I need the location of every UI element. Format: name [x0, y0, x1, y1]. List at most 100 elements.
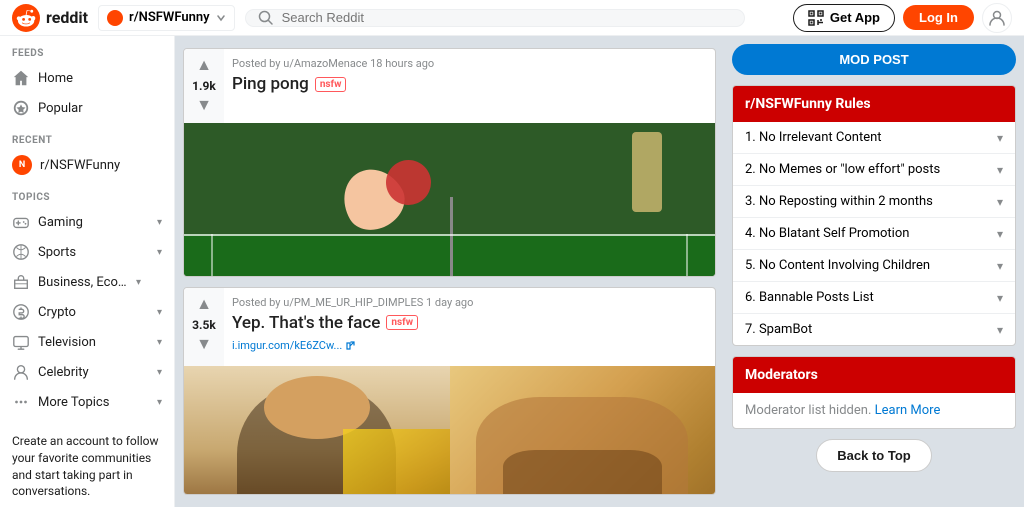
sidebar: FEEDS Home Popular RECENT N r/NSFWFunny …: [0, 36, 175, 507]
television-icon: [12, 333, 30, 351]
post-time-pingpong: 18 hours ago: [370, 57, 434, 70]
nsfw-badge-face: nsfw: [386, 315, 418, 330]
sidebar-item-popular[interactable]: Popular: [0, 93, 174, 123]
upvote-face[interactable]: ▲: [196, 296, 212, 314]
rule-chevron-5: ▾: [997, 259, 1003, 273]
reddit-logo-icon: [12, 4, 40, 32]
back-to-top-button[interactable]: Back to Top: [816, 439, 931, 472]
sidebar-item-crypto[interactable]: Crypto ▾: [0, 297, 174, 327]
sidebar-popular-label: Popular: [38, 101, 162, 116]
sidebar-item-celebrity[interactable]: Celebrity ▾: [0, 357, 174, 387]
sidebar-item-home[interactable]: Home: [0, 63, 174, 93]
sidebar-sports-label: Sports: [38, 245, 149, 260]
subreddit-name: r/NSFWFunny: [129, 10, 210, 25]
sidebar-item-business[interactable]: Business, Economics, a... ▾: [0, 267, 174, 297]
sidebar-item-sports[interactable]: Sports ▾: [0, 237, 174, 267]
sidebar-crypto-label: Crypto: [38, 305, 149, 320]
feeds-section-label: FEEDS: [0, 36, 174, 63]
moderators-card: Moderators Moderator list hidden. Learn …: [732, 356, 1016, 429]
sports-icon: [12, 243, 30, 261]
sports-chevron: ▾: [157, 247, 162, 258]
header-logo-text: reddit: [46, 8, 88, 27]
rule-text-6: 6. Bannable Posts List: [745, 290, 874, 305]
gaming-chevron: ▾: [157, 217, 162, 228]
sidebar-more-topics-label: More Topics: [38, 395, 149, 410]
rule-item-3[interactable]: 3. No Reposting within 2 months ▾: [733, 186, 1015, 218]
rule-item-7[interactable]: 7. SpamBot ▾: [733, 314, 1015, 345]
feed: ▲ 1.9k ▼ Posted by u/AmazoMenace 18 hour…: [175, 36, 724, 507]
downvote-face[interactable]: ▼: [196, 336, 212, 354]
crypto-icon: [12, 303, 30, 321]
rule-text-2: 2. No Memes or "low effort" posts: [745, 162, 940, 177]
header-logo[interactable]: reddit: [12, 4, 88, 32]
sidebar-business-label: Business, Economics, a...: [38, 275, 128, 290]
sidebar-recent-nsfw[interactable]: N r/NSFWFunny: [0, 150, 174, 180]
downvote-pingpong[interactable]: ▼: [196, 97, 212, 115]
post-author-face: u/PM_ME_UR_HIP_DIMPLES: [283, 296, 423, 309]
rule-item-1[interactable]: 1. No Irrelevant Content ▾: [733, 122, 1015, 154]
moderators-header: Moderators: [733, 357, 1015, 393]
mod-post-button[interactable]: MOD POST: [732, 44, 1016, 75]
moderators-body: Moderator list hidden. Learn More: [733, 393, 1015, 428]
sidebar-celebrity-label: Celebrity: [38, 365, 149, 380]
sidebar-join-section: Create an account to follow your favorit…: [0, 417, 174, 507]
business-chevron: ▾: [136, 277, 141, 288]
user-avatar-button[interactable]: [982, 3, 1012, 33]
rule-item-5[interactable]: 5. No Content Involving Children ▾: [733, 250, 1015, 282]
home-icon: [12, 69, 30, 87]
rule-item-6[interactable]: 6. Bannable Posts List ▾: [733, 282, 1015, 314]
rule-chevron-3: ▾: [997, 195, 1003, 209]
rule-text-1: 1. No Irrelevant Content: [745, 130, 882, 145]
more-topics-icon: [12, 393, 30, 411]
rule-text-5: 5. No Content Involving Children: [745, 258, 930, 273]
post-title-face: Yep. That's the face nsfw: [232, 313, 707, 333]
moderators-learn-more-link[interactable]: Learn More: [875, 403, 941, 418]
gaming-icon: [12, 213, 30, 231]
sidebar-join-text: Create an account to follow your favorit…: [12, 433, 162, 500]
post-link-anchor-face[interactable]: i.imgur.com/kE6ZCw...: [232, 339, 355, 352]
post-image-face: [184, 366, 715, 495]
get-app-label: Get App: [830, 10, 880, 25]
subreddit-snoo-icon: [107, 10, 123, 26]
rule-text-7: 7. SpamBot: [745, 322, 812, 337]
login-button[interactable]: Log In: [903, 5, 974, 30]
sidebar-item-more-topics[interactable]: More Topics ▾: [0, 387, 174, 417]
rule-text-4: 4. No Blatant Self Promotion: [745, 226, 909, 241]
search-input[interactable]: [282, 10, 732, 25]
right-sidebar: MOD POST r/NSFWFunny Rules 1. No Irrelev…: [724, 36, 1024, 507]
rule-chevron-6: ▾: [997, 291, 1003, 305]
sidebar-item-gaming[interactable]: Gaming ▾: [0, 207, 174, 237]
user-icon: [988, 9, 1006, 27]
post-vote-face: ▲ 3.5k ▼: [184, 288, 224, 366]
subreddit-dropdown-icon: [216, 13, 226, 23]
post-meta-face: Posted by u/PM_ME_UR_HIP_DIMPLES 1 day a…: [232, 296, 707, 309]
upvote-pingpong[interactable]: ▲: [196, 57, 212, 75]
post-time-face: 1 day ago: [426, 296, 473, 309]
celebrity-icon: [12, 363, 30, 381]
search-bar[interactable]: [245, 9, 745, 27]
rules-header: r/NSFWFunny Rules: [733, 86, 1015, 122]
vote-count-face: 3.5k: [192, 318, 216, 332]
sidebar-gaming-label: Gaming: [38, 215, 149, 230]
post-content-face: Posted by u/PM_ME_UR_HIP_DIMPLES 1 day a…: [224, 288, 715, 366]
celebrity-chevron: ▾: [157, 367, 162, 378]
crypto-chevron: ▾: [157, 307, 162, 318]
popular-icon: [12, 99, 30, 117]
rule-text-3: 3. No Reposting within 2 months: [745, 194, 933, 209]
qr-icon: [808, 10, 824, 26]
post-link-face: i.imgur.com/kE6ZCw...: [232, 339, 707, 352]
sidebar-item-television[interactable]: Television ▾: [0, 327, 174, 357]
sidebar-tv-label: Television: [38, 335, 149, 350]
topics-section-label: TOPICS: [0, 180, 174, 207]
post-image-pingpong: [184, 123, 715, 277]
rule-item-2[interactable]: 2. No Memes or "low effort" posts ▾: [733, 154, 1015, 186]
get-app-button[interactable]: Get App: [793, 4, 895, 32]
rule-chevron-1: ▾: [997, 131, 1003, 145]
post-vote-pingpong: ▲ 1.9k ▼: [184, 49, 224, 123]
moderators-text: Moderator list hidden.: [745, 403, 871, 418]
subreddit-pill[interactable]: r/NSFWFunny: [98, 5, 235, 31]
post-card-face: ▲ 3.5k ▼ Posted by u/PM_ME_UR_HIP_DIMPLE…: [183, 287, 716, 495]
rules-card: r/NSFWFunny Rules 1. No Irrelevant Conte…: [732, 85, 1016, 346]
rule-item-4[interactable]: 4. No Blatant Self Promotion ▾: [733, 218, 1015, 250]
recent-sub-name: r/NSFWFunny: [40, 158, 120, 173]
